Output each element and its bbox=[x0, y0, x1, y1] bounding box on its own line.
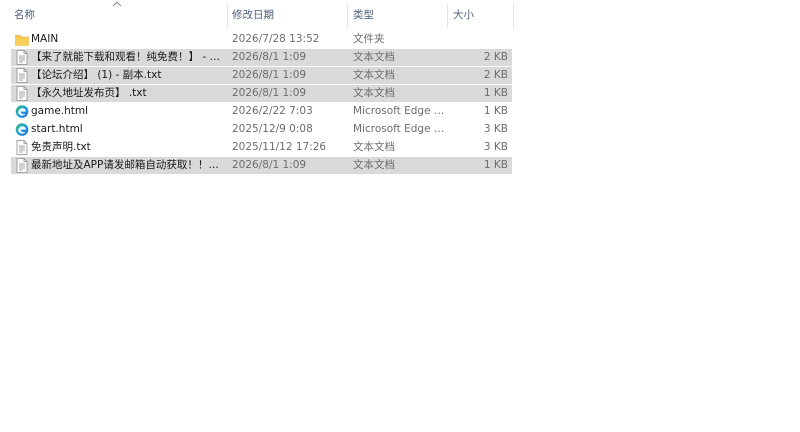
edge-icon bbox=[15, 122, 29, 137]
file-type: 文本文档 bbox=[353, 51, 395, 63]
file-row[interactable]: 【论坛介绍】 (1) - 副本.txt 2026/8/1 1:09 文本文档 2 KB bbox=[11, 67, 512, 84]
file-row[interactable]: 【永久地址发布页】 .txt 2026/8/1 1:09 文本文档 1 KB bbox=[11, 85, 512, 102]
file-type: 文件夹 bbox=[353, 33, 385, 45]
file-name: start.html bbox=[31, 123, 83, 135]
file-name: 【来了就能下载和观看！纯免费！】 - 副本.txt bbox=[31, 51, 227, 63]
file-row[interactable]: 最新地址及APP请发邮箱自动获取！！！.txt 2026/8/1 1:09 文本文档… bbox=[11, 157, 512, 174]
folder-icon bbox=[15, 32, 29, 47]
file-explorer: 名称 修改日期 类型 大小 MAIN 2026/7/28 13:52 文件夹【来了就… bbox=[0, 0, 800, 432]
file-name: 最新地址及APP请发邮箱自动获取！！！.txt bbox=[31, 159, 227, 171]
file-type: 文本文档 bbox=[353, 141, 395, 153]
column-divider[interactable] bbox=[227, 4, 228, 28]
file-row[interactable]: 免责声明.txt 2025/11/12 17:26 文本文档 3 KB bbox=[11, 139, 512, 156]
file-type: Microsoft Edge HTML Document bbox=[353, 123, 445, 135]
file-size: 1 KB bbox=[483, 159, 508, 171]
text-file-icon bbox=[15, 68, 29, 83]
column-divider[interactable] bbox=[347, 4, 348, 28]
column-divider[interactable] bbox=[513, 4, 514, 28]
text-file-icon bbox=[15, 86, 29, 101]
file-row[interactable]: MAIN 2026/7/28 13:52 文件夹 bbox=[11, 31, 512, 48]
file-name: 【永久地址发布页】 .txt bbox=[31, 87, 147, 99]
file-name: MAIN bbox=[31, 33, 59, 45]
column-header-name[interactable]: 名称 bbox=[14, 4, 224, 26]
file-row[interactable]: game.html 2026/2/22 7:03 Microsoft Edge HT… bbox=[11, 103, 512, 120]
file-type: 文本文档 bbox=[353, 159, 395, 171]
file-date-modified: 2026/8/1 1:09 bbox=[232, 69, 307, 81]
file-date-modified: 2026/8/1 1:09 bbox=[232, 159, 307, 171]
edge-icon bbox=[15, 104, 29, 119]
file-date-modified: 2025/12/9 0:08 bbox=[232, 123, 313, 135]
file-size: 3 KB bbox=[483, 141, 508, 153]
text-file-icon bbox=[15, 50, 29, 65]
file-type: Microsoft Edge HTML Document bbox=[353, 105, 445, 117]
text-file-icon bbox=[15, 158, 29, 173]
file-name: 免责声明.txt bbox=[31, 141, 91, 153]
column-header-type[interactable]: 类型 bbox=[353, 4, 445, 26]
file-size: 1 KB bbox=[483, 87, 508, 99]
file-size: 2 KB bbox=[483, 69, 508, 81]
file-name: game.html bbox=[31, 105, 89, 117]
file-date-modified: 2026/2/22 7:03 bbox=[232, 105, 313, 117]
text-file-icon bbox=[15, 140, 29, 155]
file-date-modified: 2026/7/28 13:52 bbox=[232, 33, 320, 45]
file-date-modified: 2026/8/1 1:09 bbox=[232, 87, 307, 99]
column-divider[interactable] bbox=[447, 4, 448, 28]
file-size: 2 KB bbox=[483, 51, 508, 63]
file-name: 【论坛介绍】 (1) - 副本.txt bbox=[31, 69, 162, 81]
file-size: 1 KB bbox=[483, 105, 508, 117]
file-size: 3 KB bbox=[483, 123, 508, 135]
column-header-date-modified[interactable]: 修改日期 bbox=[232, 4, 344, 26]
file-type: 文本文档 bbox=[353, 87, 395, 99]
file-row[interactable]: start.html 2025/12/9 0:08 Microsoft Edge H… bbox=[11, 121, 512, 138]
file-date-modified: 2026/8/1 1:09 bbox=[232, 51, 307, 63]
file-date-modified: 2025/11/12 17:26 bbox=[232, 141, 327, 153]
column-header-size[interactable]: 大小 bbox=[453, 4, 511, 26]
file-row[interactable]: 【来了就能下载和观看！纯免费！】 - 副本.txt 2026/8/1 1:09 文本… bbox=[11, 49, 512, 66]
column-header-bar: 名称 修改日期 类型 大小 bbox=[0, 0, 516, 30]
file-type: 文本文档 bbox=[353, 69, 395, 81]
